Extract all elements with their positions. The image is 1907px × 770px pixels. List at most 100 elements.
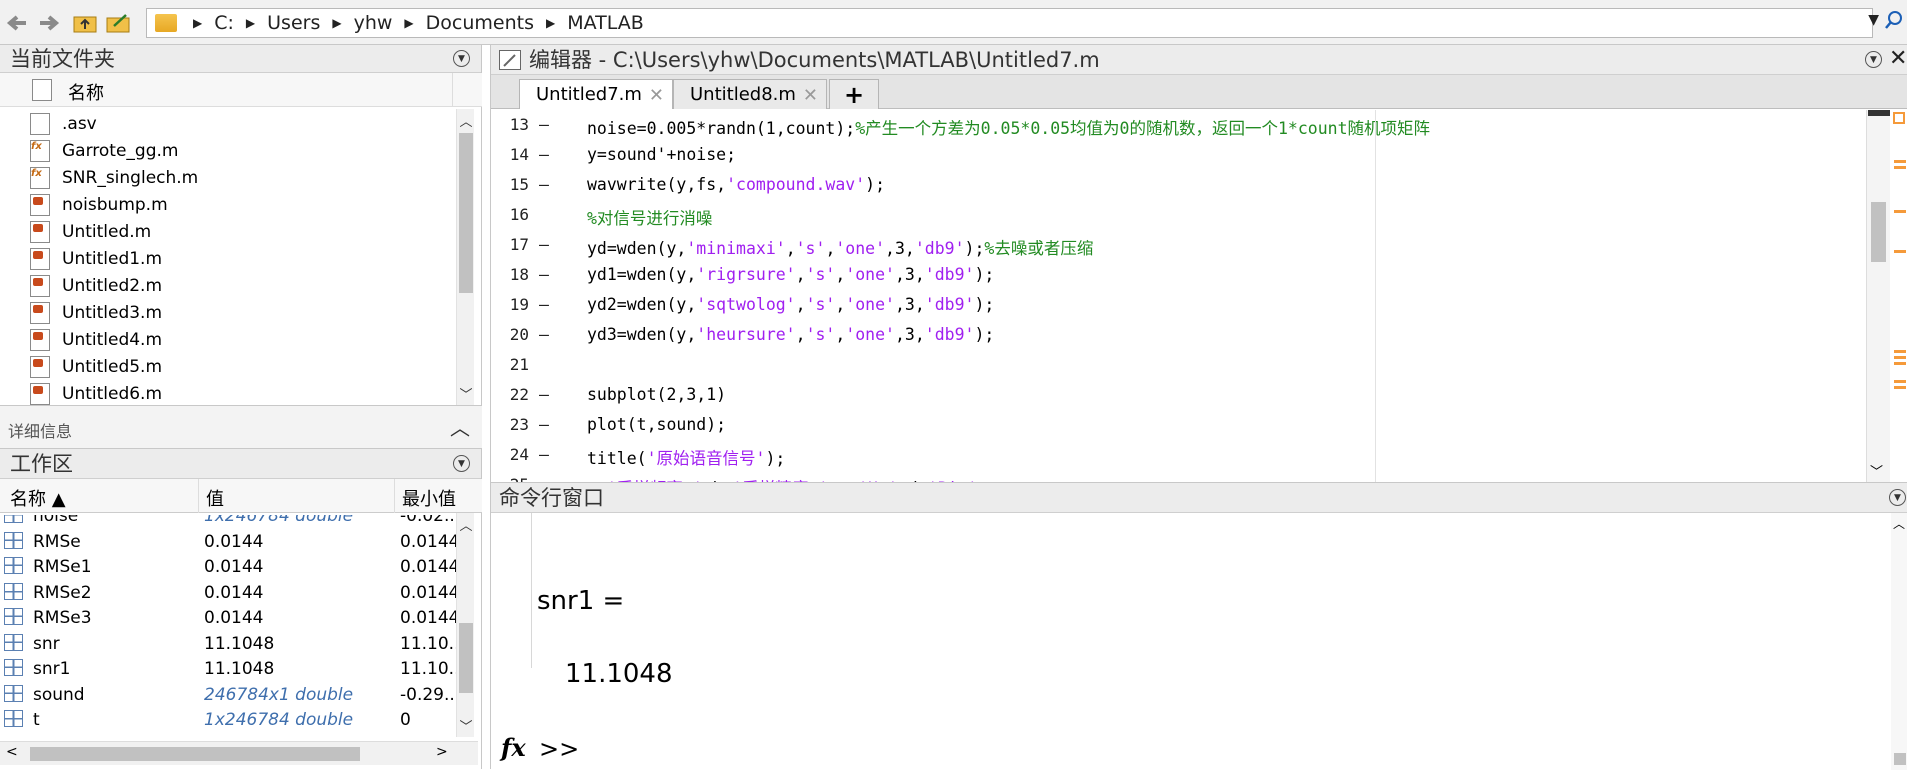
file-list-item[interactable]: .asv — [0, 110, 460, 137]
address-bar[interactable]: ▶ C: ▶ Users ▶ yhw ▶ Documents ▶ MATLAB — [146, 8, 1873, 38]
breadcrumb-yhw[interactable]: yhw — [348, 12, 399, 34]
breadcrumb-matlab[interactable]: MATLAB — [561, 12, 650, 34]
tab-untitled7[interactable]: Untitled7.m ✕ — [519, 79, 673, 109]
warning-indicator-icon[interactable] — [1893, 112, 1905, 124]
workspace-row[interactable]: snr 11.1048 11.10.. — [0, 631, 460, 657]
scroll-down-icon[interactable]: ﹀ — [1870, 461, 1883, 480]
breakpoint-dash[interactable]: – — [539, 385, 549, 404]
line-number[interactable]: 21 — [491, 355, 529, 374]
scroll-thumb[interactable] — [1894, 753, 1906, 765]
file-list-item[interactable]: fx Garrote_gg.m — [0, 137, 460, 164]
code-line[interactable]: 18– yd1=wden(y,'rigrsure','s','one',3,'db… — [491, 260, 1866, 290]
close-icon[interactable]: ✕ — [649, 85, 664, 106]
line-number[interactable]: 13 — [491, 115, 529, 134]
code-line[interactable]: 16 %对信号进行消噪 — [491, 200, 1866, 230]
column-name-header[interactable]: 名称 — [68, 79, 104, 105]
file-list-scrollbar[interactable]: ︿ ﹀ — [456, 109, 474, 405]
panel-menu-icon[interactable]: ▼ — [1889, 489, 1906, 506]
close-icon[interactable]: ✕ — [1889, 46, 1907, 71]
line-number[interactable]: 24 — [491, 445, 529, 464]
file-list-item[interactable]: noisbump.m — [0, 191, 460, 218]
file-list-item[interactable]: Untitled.m — [0, 218, 460, 245]
warning-marker[interactable] — [1894, 386, 1906, 389]
scroll-up-icon[interactable]: ︿ — [1893, 515, 1905, 532]
file-list-item[interactable]: Untitled6.m — [0, 380, 460, 407]
line-number[interactable]: 20 — [491, 325, 529, 344]
breakpoint-dash[interactable]: – — [539, 445, 549, 464]
breakpoint-dash[interactable]: – — [539, 325, 549, 344]
command-prompt[interactable]: >> — [539, 735, 579, 763]
warning-marker[interactable] — [1894, 250, 1906, 253]
code-line[interactable]: 13– noise=0.005*randn(1,count);%产生一个方差为0.… — [491, 110, 1866, 140]
panel-menu-icon[interactable]: ▼ — [453, 455, 470, 472]
code-line[interactable]: 25 – a='采样频率:';b='采样精度:';c='Hz';d='Bit'; — [491, 470, 1866, 482]
browse-folder-icon[interactable] — [106, 10, 132, 36]
file-list-item[interactable]: Untitled1.m — [0, 245, 460, 272]
code-line[interactable]: 20– yd3=wden(y,'heursure','s','one',3,'db… — [491, 320, 1866, 350]
close-icon[interactable]: ✕ — [803, 85, 818, 106]
workspace-row[interactable]: RMSe3 0.0144 0.0144 — [0, 605, 460, 631]
code-line[interactable]: 23– plot(t,sound); — [491, 410, 1866, 440]
workspace-row[interactable]: noise 1x246784 double -0.02.. — [0, 515, 460, 529]
warning-marker[interactable] — [1894, 210, 1906, 213]
code-line[interactable]: 19– yd2=wden(y,'sqtwolog','s','one',3,'db… — [491, 290, 1866, 320]
file-list-item[interactable]: Untitled5.m — [0, 353, 460, 380]
breakpoint-dash[interactable]: – — [539, 175, 549, 194]
warning-marker[interactable] — [1894, 166, 1906, 169]
breakpoint-dash[interactable]: – — [539, 475, 549, 482]
code-editor[interactable]: 13– noise=0.005*randn(1,count);%产生一个方差为0.… — [491, 110, 1866, 482]
scroll-up-icon[interactable]: ︿ — [457, 111, 475, 130]
line-number[interactable]: 19 — [491, 295, 529, 314]
line-number[interactable]: 16 — [491, 205, 529, 224]
line-number[interactable]: 18 — [491, 265, 529, 284]
workspace-vscroll[interactable]: ︿ ﹀ — [456, 513, 474, 737]
breakpoint-dash[interactable]: – — [539, 295, 549, 314]
code-line[interactable]: 24– title('原始语音信号'); — [491, 440, 1866, 470]
line-number[interactable]: 14 — [491, 145, 529, 164]
chevron-up-icon[interactable]: ︿ — [450, 412, 470, 441]
workspace-row[interactable]: RMSe2 0.0144 0.0144 — [0, 580, 460, 606]
address-dropdown-icon[interactable]: ▼ — [1868, 12, 1879, 28]
scroll-left-icon[interactable]: < — [6, 744, 18, 760]
workspace-row[interactable]: snr1 11.1048 11.10.. — [0, 656, 460, 682]
scroll-thumb[interactable] — [459, 133, 473, 293]
forward-arrow-icon[interactable] — [36, 10, 62, 36]
tab-untitled8[interactable]: Untitled8.m ✕ — [673, 79, 827, 109]
command-vscroll[interactable]: ︿ — [1891, 513, 1907, 770]
warning-marker[interactable] — [1894, 356, 1906, 359]
breakpoint-dash[interactable]: – — [539, 265, 549, 284]
workspace-row[interactable]: RMSe 0.0144 0.0144 — [0, 529, 460, 555]
column-min-header[interactable]: 最小值 — [402, 485, 456, 511]
line-number[interactable]: 25 — [491, 475, 529, 482]
line-number[interactable]: 15 — [491, 175, 529, 194]
file-list-header[interactable]: 名称 — [0, 73, 482, 107]
up-folder-icon[interactable] — [72, 10, 98, 36]
line-number[interactable]: 17 — [491, 235, 529, 254]
warning-marker[interactable] — [1894, 362, 1906, 365]
code-line[interactable]: 15– wavwrite(y,fs,'compound.wav'); — [491, 170, 1866, 200]
file-list-item[interactable]: fx SNR_singlech.m — [0, 164, 460, 191]
breakpoint-dash[interactable]: – — [539, 145, 549, 164]
new-tab-button[interactable]: + — [829, 79, 879, 109]
workspace-hscroll[interactable]: < > — [0, 741, 478, 765]
breakpoint-dash[interactable]: – — [539, 415, 549, 434]
code-line[interactable]: 14– y=sound'+noise; — [491, 140, 1866, 170]
breakpoint-dash[interactable]: – — [539, 115, 549, 134]
scroll-up-icon[interactable]: ︿ — [457, 515, 475, 534]
function-browser-icon[interactable]: fx — [501, 733, 526, 762]
back-arrow-icon[interactable] — [4, 10, 30, 36]
panel-menu-icon[interactable]: ▼ — [453, 50, 470, 67]
file-list-item[interactable]: Untitled2.m — [0, 272, 460, 299]
warning-marker[interactable] — [1894, 350, 1906, 353]
breakpoint-dash[interactable]: – — [539, 235, 549, 254]
column-value-header[interactable]: 值 — [206, 485, 224, 511]
workspace-row[interactable]: sound 246784x1 double -0.29.. — [0, 682, 460, 708]
scroll-right-icon[interactable]: > — [436, 744, 448, 760]
panel-menu-icon[interactable]: ▼ — [1865, 51, 1882, 68]
file-list-item[interactable]: Untitled3.m — [0, 299, 460, 326]
breadcrumb-documents[interactable]: Documents — [420, 12, 540, 34]
search-icon[interactable] — [1885, 10, 1903, 35]
workspace-row[interactable]: RMSe1 0.0144 0.0144 — [0, 554, 460, 580]
breadcrumb-c[interactable]: C: — [208, 12, 240, 34]
column-name-header[interactable]: 名称 ▲ — [10, 485, 66, 511]
